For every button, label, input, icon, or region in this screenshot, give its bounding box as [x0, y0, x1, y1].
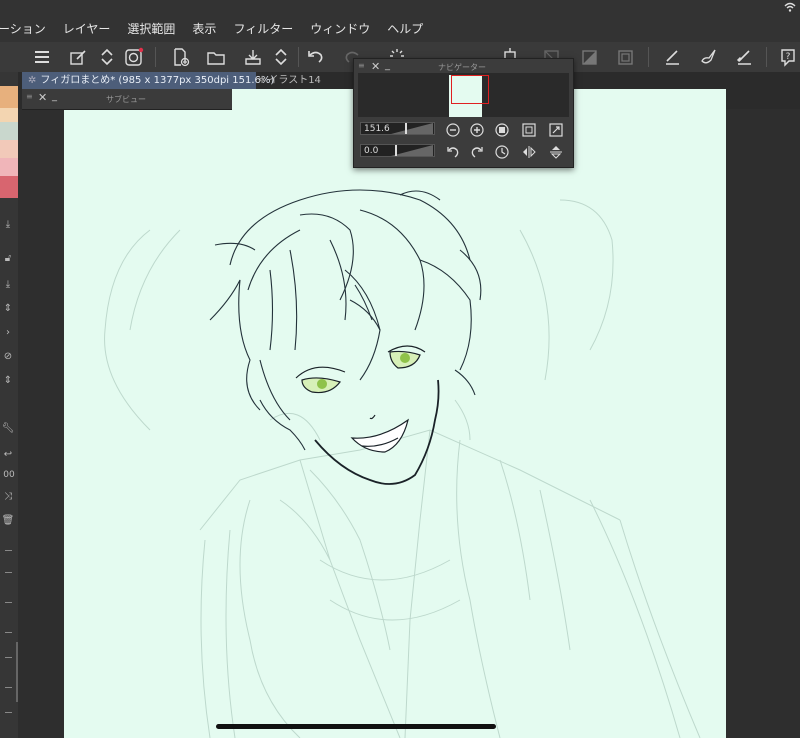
- canvas[interactable]: [64, 89, 726, 738]
- border-icon[interactable]: [614, 45, 638, 69]
- panel-grip-icon[interactable]: ≡: [26, 92, 33, 101]
- rotation-value: 0.0: [364, 146, 379, 156]
- prohibit-icon[interactable]: ⊘: [1, 350, 15, 364]
- color-swatch[interactable]: [0, 158, 18, 176]
- menu-animation[interactable]: ーション: [0, 20, 46, 42]
- actual-size-icon[interactable]: [521, 122, 537, 138]
- up-down-icon[interactable]: ⇕: [1, 374, 15, 388]
- color-swatch[interactable]: [0, 108, 18, 122]
- menu-icon[interactable]: [30, 45, 54, 69]
- eraser-icon[interactable]: [732, 45, 756, 69]
- menu-window[interactable]: ウィンドウ: [310, 20, 370, 42]
- color-swatch[interactable]: [0, 176, 18, 198]
- subview-panel: ≡ ✕ _ サブビュー: [22, 89, 232, 110]
- tab-figaro[interactable]: ✲ フィガロまとめ* (985 x 1377px 350dpi 151.6%): [22, 72, 274, 89]
- lock-icon[interactable]: 🔓︎: [1, 252, 15, 266]
- edit-layer-icon[interactable]: [66, 45, 90, 69]
- wifi-icon: [784, 2, 796, 12]
- up-down-icon[interactable]: ⇕: [1, 302, 15, 316]
- navigator-preview[interactable]: [358, 73, 569, 117]
- tab-illust14[interactable]: ✲ イラスト14: [252, 72, 368, 89]
- flip-horizontal-icon[interactable]: [521, 144, 537, 160]
- zoom-out-icon[interactable]: [445, 122, 461, 138]
- trash-icon[interactable]: 🗑︎: [1, 514, 15, 528]
- menu-help[interactable]: ヘルプ: [387, 20, 423, 42]
- color-swatch[interactable]: [0, 86, 18, 108]
- svg-text:?: ?: [786, 52, 791, 62]
- chevron-right-icon[interactable]: ›: [1, 326, 15, 340]
- rotation-slider[interactable]: [391, 145, 433, 156]
- zoom-value: 151.6: [364, 124, 390, 134]
- navigator-title: ナビゲーター: [438, 63, 486, 72]
- undo-icon[interactable]: [304, 45, 328, 69]
- open-folder-icon[interactable]: [204, 45, 228, 69]
- flip-vertical-icon[interactable]: [548, 144, 564, 160]
- up-down-icon[interactable]: [95, 45, 119, 69]
- rotate-right-icon[interactable]: [469, 144, 485, 160]
- reset-rotation-icon[interactable]: [494, 144, 510, 160]
- minimize-icon[interactable]: _: [52, 91, 57, 102]
- menu-filter[interactable]: フィルター: [233, 20, 293, 42]
- new-canvas-icon[interactable]: [168, 45, 192, 69]
- menu-selection[interactable]: 選択範囲: [127, 20, 175, 42]
- rotation-input[interactable]: 0.0: [360, 144, 435, 157]
- menu-layer[interactable]: レイヤー: [63, 20, 111, 42]
- import-icon[interactable]: ⤓: [1, 278, 15, 292]
- panel-grip-icon[interactable]: ≡: [358, 61, 365, 70]
- tab-figaro-label: フィガロまとめ* (985 x 1377px 350dpi 151.6%): [40, 75, 275, 86]
- zoom-slider[interactable]: [391, 123, 433, 134]
- menu-view[interactable]: 表示: [192, 20, 216, 42]
- scroll-up-down-icon[interactable]: [269, 45, 293, 69]
- navigator-view-frame[interactable]: [451, 75, 489, 104]
- close-icon[interactable]: ✕: [38, 91, 47, 104]
- brush-icon[interactable]: [696, 45, 720, 69]
- close-tab-icon[interactable]: ✲: [258, 75, 266, 86]
- return-icon[interactable]: ↩: [1, 448, 15, 462]
- brush-size-label: 00: [3, 470, 15, 480]
- help-icon[interactable]: ?: [776, 45, 800, 69]
- minimize-icon[interactable]: _: [385, 60, 390, 71]
- wrench-icon[interactable]: 🔧︎: [1, 422, 15, 436]
- close-tab-icon[interactable]: ✲: [28, 75, 36, 86]
- shuffle-icon[interactable]: ⤨: [1, 490, 15, 504]
- companion-icon[interactable]: [122, 45, 146, 69]
- zoom-input[interactable]: 151.6: [360, 122, 435, 135]
- download-icon[interactable]: ⤓: [1, 218, 15, 232]
- home-indicator: [216, 724, 496, 729]
- left-rail: ⤓ 🔓︎ ⤓ ⇕ › ⊘ ⇕ 🔧︎ ↩ 00 ⤨ 🗑︎: [0, 72, 18, 738]
- save-icon[interactable]: [241, 45, 265, 69]
- fill-icon[interactable]: [578, 45, 602, 69]
- color-swatch[interactable]: [0, 122, 18, 140]
- tab-illust14-label: イラスト14: [268, 75, 321, 86]
- color-swatch[interactable]: [0, 140, 18, 158]
- document-tabs: ✲ フィガロまとめ* (985 x 1377px 350dpi 151.6%) ✲…: [22, 72, 352, 89]
- subview-title: サブビュー: [106, 95, 146, 104]
- zoom-in-icon[interactable]: [469, 122, 485, 138]
- pen-icon[interactable]: [660, 45, 684, 69]
- fit-window-icon[interactable]: [548, 122, 564, 138]
- navigator-header[interactable]: ≡ ✕ _ ナビゲーター: [354, 59, 573, 73]
- menu-bar: ーション レイヤー 選択範囲 表示 フィルター ウィンドウ ヘルプ: [0, 0, 800, 42]
- fit-icon[interactable]: [494, 122, 510, 138]
- rotate-left-icon[interactable]: [445, 144, 461, 160]
- close-icon[interactable]: ✕: [371, 60, 380, 73]
- navigator-panel: ≡ ✕ _ ナビゲーター 151.6 0.0: [353, 58, 574, 168]
